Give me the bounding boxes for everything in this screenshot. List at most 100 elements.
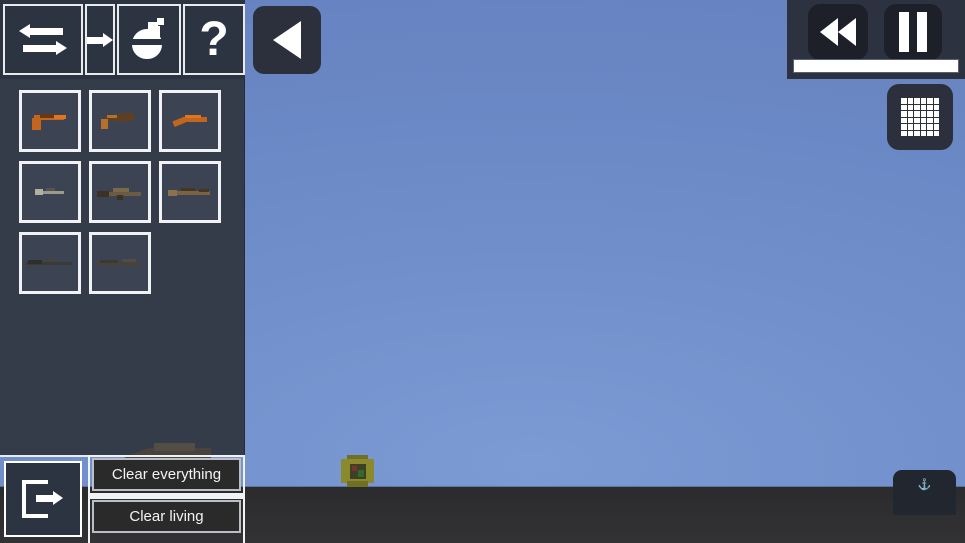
sprite-part	[172, 116, 186, 128]
grid-cell	[933, 130, 939, 136]
weapon-sprite	[165, 183, 215, 201]
grid-cell	[907, 111, 913, 117]
sprite-part	[44, 259, 56, 262]
weapon-sprite	[30, 109, 70, 133]
weapon-slot-machine-pistol[interactable]	[89, 90, 151, 152]
grid-cell	[920, 104, 926, 110]
weapon-slot-pistol[interactable]	[19, 90, 81, 152]
sprite-part	[131, 113, 134, 120]
grid-cell	[907, 98, 913, 104]
grid-cell	[933, 124, 939, 130]
sprite-part	[40, 114, 54, 118]
clear-living-button[interactable]: Clear living	[92, 500, 241, 533]
grid-cell	[901, 111, 907, 117]
sprite-part	[122, 259, 136, 262]
grid-cell	[920, 124, 926, 130]
grid-cell	[907, 124, 913, 130]
grid-cell	[914, 124, 920, 130]
grid-cell	[933, 117, 939, 123]
help-button[interactable]: ?	[183, 4, 245, 75]
rewind-icon	[820, 18, 856, 46]
grid-icon	[901, 98, 939, 136]
arrow-right-button[interactable]	[85, 4, 115, 75]
sprite-part	[54, 115, 66, 119]
rewind-button[interactable]	[808, 4, 868, 60]
grid-cell	[920, 98, 926, 104]
grid-cell	[927, 104, 933, 110]
grid-cell	[914, 117, 920, 123]
back-button[interactable]	[253, 6, 321, 74]
grid-cell	[901, 98, 907, 104]
grid-cell	[901, 130, 907, 136]
weapon-slot-carbine[interactable]	[159, 161, 221, 223]
grid-cell	[914, 111, 920, 117]
grid-cell	[927, 130, 933, 136]
clear-group-border-top	[88, 455, 245, 457]
grid-toggle-button[interactable]	[887, 84, 953, 150]
exit-door-icon	[22, 480, 64, 518]
grid-cell	[901, 124, 907, 130]
grid-cell	[927, 117, 933, 123]
weapon-sprite	[30, 183, 70, 201]
sprite-part	[181, 188, 195, 191]
grid-cell	[907, 104, 913, 110]
grid-cell	[920, 130, 926, 136]
collapse-button[interactable]: ⚓	[893, 470, 956, 515]
weapon-row	[19, 232, 239, 294]
clear-group-border-left	[88, 455, 90, 543]
crate-red-dot	[352, 466, 357, 471]
weapon-slot-sawed-off-shotgun[interactable]	[159, 90, 221, 152]
clear-buttons-group: Clear everything Clear living	[88, 455, 245, 543]
grid-cell	[933, 111, 939, 117]
weapon-slot-sniper-rifle[interactable]	[19, 232, 81, 294]
question-mark-icon: ?	[199, 12, 229, 66]
crate-cap-bottom	[347, 481, 368, 487]
weapon-grid	[19, 90, 239, 303]
timeline-scrubber[interactable]	[793, 59, 959, 73]
weapon-sprite	[99, 109, 141, 133]
sprite-part	[153, 443, 196, 451]
grid-cell	[914, 130, 920, 136]
bottom-panel: Clear everything Clear living	[0, 455, 245, 543]
pause-button[interactable]	[884, 4, 942, 60]
sprite-part	[100, 260, 118, 263]
grid-cell	[927, 124, 933, 130]
grid-cell	[907, 130, 913, 136]
grid-cell	[933, 104, 939, 110]
grenade-button[interactable]	[117, 4, 181, 75]
grid-cell	[907, 117, 913, 123]
sprite-part	[28, 260, 42, 264]
sidebar-toolbar: ?	[0, 0, 245, 79]
clear-everything-button[interactable]: Clear everything	[92, 458, 241, 491]
grid-cell	[914, 98, 920, 104]
crate-object[interactable]	[341, 455, 374, 487]
arrow-right-icon	[87, 32, 113, 48]
grid-cell	[901, 117, 907, 123]
swap-arrows-button[interactable]	[3, 4, 83, 75]
sprite-part	[168, 190, 177, 196]
weapon-row	[19, 161, 239, 223]
grid-cell	[920, 111, 926, 117]
grid-cell	[927, 111, 933, 117]
timeline-fill	[794, 60, 958, 72]
weapon-slot-assault-rifle[interactable]	[89, 161, 151, 223]
weapon-sprite	[24, 256, 76, 270]
sprite-part	[32, 118, 41, 130]
clear-group-border-right	[243, 455, 245, 543]
sprite-part	[97, 191, 109, 197]
sprite-part	[107, 115, 117, 118]
sprite-part	[113, 188, 129, 192]
clear-group-separator	[88, 493, 245, 499]
weapon-sprite	[95, 183, 145, 201]
weapon-slot-submachine-gun[interactable]	[19, 161, 81, 223]
exit-button[interactable]	[4, 461, 82, 537]
sprite-part	[123, 113, 126, 120]
grid-cell	[927, 98, 933, 104]
grid-cell	[914, 104, 920, 110]
weapon-slot-battle-rifle[interactable]	[89, 232, 151, 294]
grenade-icon	[129, 17, 169, 62]
collapse-glyph: ⚓	[917, 479, 932, 491]
sprite-part	[185, 115, 201, 118]
grid-cell	[920, 117, 926, 123]
app-root: ⚓ ? Clear everything Clear living	[0, 0, 965, 543]
